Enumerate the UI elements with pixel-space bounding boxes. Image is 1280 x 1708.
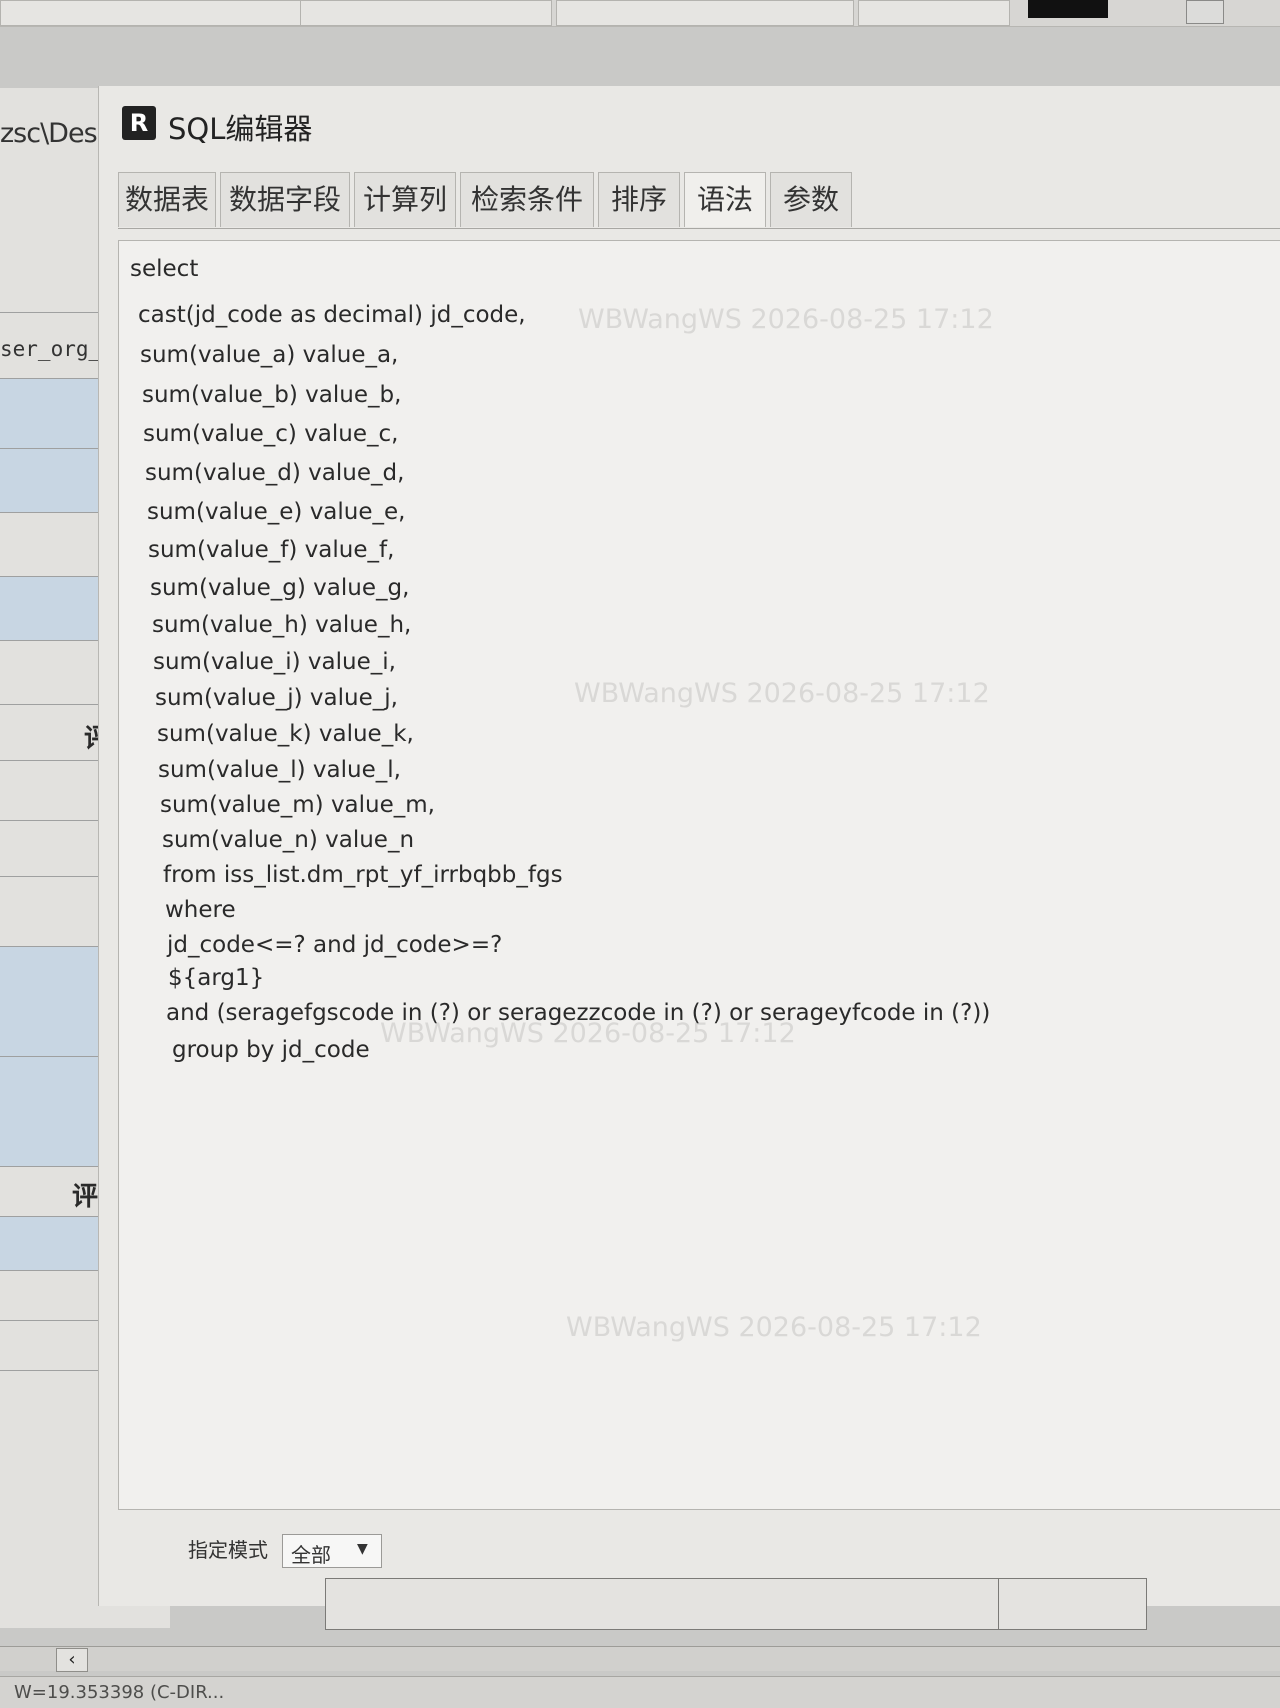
sql-line: sum(value_j) value_j, (155, 685, 398, 711)
mode-select-value: 全部 (291, 1543, 331, 1567)
sql-line: from iss_list.dm_rpt_yf_irrbqbb_fgs (163, 862, 563, 888)
sql-line: sum(value_d) value_d, (145, 460, 405, 486)
tab-data-table[interactable]: 数据表 (118, 172, 216, 227)
window-icon[interactable] (1186, 0, 1224, 24)
sql-line: jd_code<=? and jd_code>=? (167, 932, 503, 958)
sql-line: where (165, 897, 236, 923)
tab-search-conditions[interactable]: 检索条件 (460, 172, 594, 227)
sql-line: sum(value_f) value_f, (148, 537, 395, 563)
sql-line: sum(value_l) value_l, (158, 757, 401, 783)
sql-line: group by jd_code (172, 1037, 370, 1063)
sql-line: and (seragefgscode in (?) or seragezzcod… (166, 1000, 991, 1026)
toolbar-segment[interactable] (556, 0, 854, 26)
background-path: zsc\Des (0, 118, 98, 149)
toolbar-segment[interactable] (0, 0, 302, 26)
sql-line: cast(jd_code as decimal) jd_code, (138, 302, 526, 328)
mode-select[interactable]: 全部 ▼ (282, 1534, 382, 1568)
watermark: WBWangWS 2026-08-25 17:12 (578, 304, 994, 335)
sql-line: sum(value_c) value_c, (143, 421, 399, 447)
sql-line: sum(value_n) value_n (162, 827, 415, 853)
chevron-down-icon: ▼ (357, 1541, 368, 1557)
toolbar-segment[interactable] (858, 0, 1010, 26)
status-text: W=19.353398 (C-DIR... (14, 1682, 225, 1703)
dialog-title: SQL编辑器 (168, 112, 313, 146)
tab-parameters[interactable]: 参数 (770, 172, 852, 227)
tab-divider (118, 228, 1280, 229)
chevron-left-icon[interactable]: ‹ (56, 1648, 88, 1672)
sql-line: sum(value_a) value_a, (140, 342, 399, 368)
sql-line: sum(value_e) value_e, (147, 499, 406, 525)
sql-line: sum(value_m) value_m, (160, 792, 435, 818)
watermark: WBWangWS 2026-08-25 17:12 (566, 1312, 982, 1343)
toolbar-dark-block (1028, 0, 1108, 18)
tab-computed-columns[interactable]: 计算列 (354, 172, 456, 227)
toolbar-segment[interactable] (300, 0, 552, 26)
tab-data-fields[interactable]: 数据字段 (220, 172, 350, 227)
mode-label: 指定模式 (188, 1538, 268, 1562)
sql-line: ${arg1} (168, 965, 265, 991)
sql-line: sum(value_k) value_k, (157, 721, 414, 747)
tab-syntax[interactable]: 语法 (684, 172, 766, 227)
sql-line: select (130, 256, 199, 282)
sql-line: sum(value_g) value_g, (150, 575, 410, 601)
report-app-icon: R (122, 106, 156, 140)
sql-line: sum(value_b) value_b, (142, 382, 402, 408)
sql-line: sum(value_h) value_h, (152, 612, 412, 638)
panel-divider (998, 1579, 999, 1629)
tab-sort[interactable]: 排序 (598, 172, 680, 227)
sql-line: sum(value_i) value_i, (153, 649, 396, 675)
background-toolbar (0, 0, 1280, 27)
watermark: WBWangWS 2026-08-25 17:12 (574, 678, 990, 709)
background-panel (325, 1578, 1147, 1630)
horizontal-scrollbar[interactable] (0, 1646, 1280, 1671)
